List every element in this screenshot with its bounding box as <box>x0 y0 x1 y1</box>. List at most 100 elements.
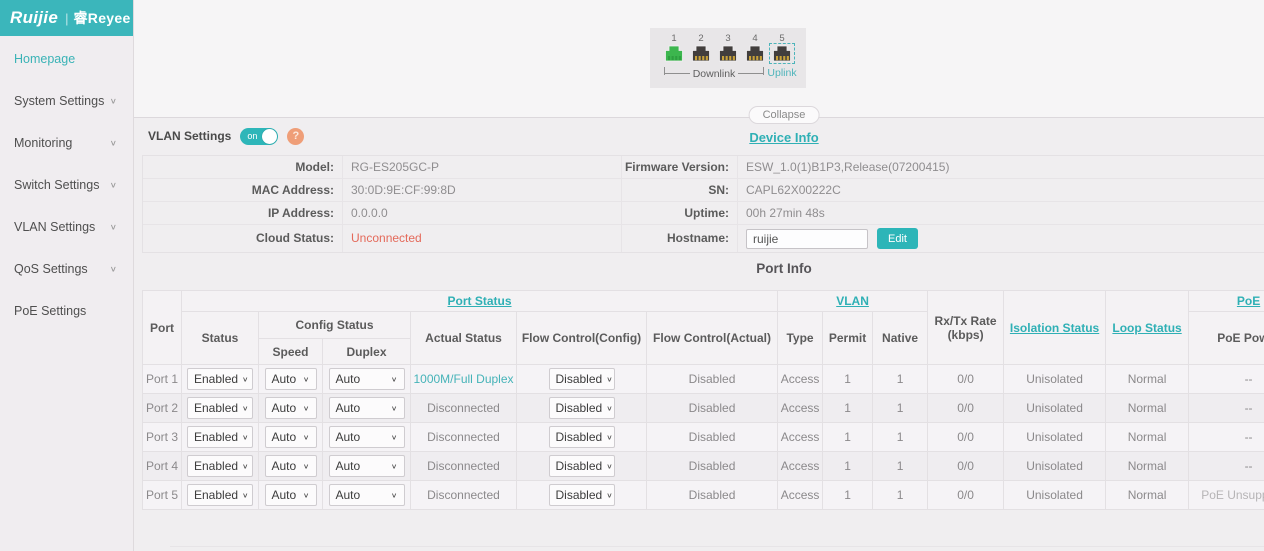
bracket-line-left <box>665 73 690 74</box>
duplex-select[interactable]: Auto∨ <box>329 368 405 390</box>
sidebar-item-label: VLAN Settings <box>14 220 95 234</box>
sidebar-item-monitoring[interactable]: Monitoring∨ <box>0 122 133 164</box>
vlan-group-link[interactable]: VLAN <box>778 291 928 312</box>
vlan-native-value: 1 <box>873 394 928 423</box>
speed-select[interactable]: Auto∨ <box>265 426 317 448</box>
duplex-select[interactable]: Auto∨ <box>329 455 405 477</box>
switch-port-diagram: 12345 Downlink Uplink <box>650 28 806 88</box>
status-select[interactable]: Enabled ∨ <box>187 484 253 506</box>
actual-status-value: Disconnected <box>411 481 517 510</box>
col-header-native: Native <box>873 312 928 365</box>
sidebar-item-label: Monitoring <box>14 136 72 150</box>
flow-control-config-select[interactable]: Disabled∨ <box>549 397 615 419</box>
speed-select[interactable]: Auto∨ <box>265 397 317 419</box>
col-header-flow-control-actual: Flow Control(Actual) <box>647 312 778 365</box>
duplex-select[interactable]: Auto∨ <box>329 397 405 419</box>
col-header-config-status: Config Status <box>259 312 411 339</box>
sidebar-item-system-settings[interactable]: System Settings∨ <box>0 80 133 122</box>
port-cell-label: Port 3 <box>143 423 182 452</box>
duplex-select[interactable]: Auto∨ <box>329 484 405 506</box>
status-select-cell: Enabled∨ <box>182 452 259 481</box>
speed-select[interactable]: Auto∨ <box>265 368 317 390</box>
device-info-row: IP Address: 0.0.0.0 Uptime: 00h 27min 48… <box>143 202 1264 225</box>
cloud-status-value: Unconnected <box>343 225 622 252</box>
port-table-body: Port 1Enabled∨Auto∨Auto∨1000M/Full Duple… <box>143 365 1264 510</box>
flow-control-config-select[interactable]: Disabled∨ <box>549 368 615 390</box>
speed-select[interactable]: Auto∨ <box>265 484 317 506</box>
vlan-type-value: Access <box>778 365 823 394</box>
isolation-status-value: Unisolated <box>1004 394 1106 423</box>
vlan-permit-value: 1 <box>823 452 873 481</box>
chevron-down-icon: ∨ <box>242 491 249 500</box>
sidebar-item-qos-settings[interactable]: QoS Settings∨ <box>0 248 133 290</box>
ip-value: 0.0.0.0 <box>343 202 622 224</box>
model-label: Model: <box>143 156 343 178</box>
device-info-link[interactable]: Device Info <box>749 130 818 145</box>
speed-select-value: Auto <box>272 459 297 473</box>
collapse-button[interactable]: Collapse <box>749 106 820 124</box>
status-select[interactable]: Enabled∨ <box>187 368 253 390</box>
poe-group-link[interactable]: PoE <box>1189 291 1264 312</box>
flow-control-config-select-cell: Disabled∨ <box>517 365 647 394</box>
chevron-down-icon: ∨ <box>303 375 310 384</box>
flow-control-actual-value: Disabled <box>647 423 778 452</box>
bracket-line-right <box>738 73 763 74</box>
col-header-speed: Speed <box>259 339 323 365</box>
status-select-value: Enabled <box>194 372 238 386</box>
duplex-select-cell: Auto∨ <box>323 365 411 394</box>
flow-control-config-select[interactable]: Disabled∨ <box>549 426 615 448</box>
chevron-down-icon: ∨ <box>606 433 613 442</box>
port-5-uplink[interactable]: 5 <box>770 33 794 62</box>
flow-control-config-select-cell: Disabled∨ <box>517 394 647 423</box>
flow-control-config-select-cell: Disabled∨ <box>517 452 647 481</box>
status-select-value: Enabled <box>194 488 238 502</box>
chevron-down-icon: ∨ <box>391 462 398 471</box>
port-2[interactable]: 2 <box>689 33 713 62</box>
flow-control-config-select[interactable]: Disabled∨ <box>549 484 615 506</box>
port-status-group-link[interactable]: Port Status <box>182 291 778 312</box>
status-select[interactable]: Enabled∨ <box>187 426 253 448</box>
isolation-status-value: Unisolated <box>1004 452 1106 481</box>
port-1[interactable]: 1 <box>662 33 686 62</box>
status-select[interactable]: Enabled∨ <box>187 455 253 477</box>
duplex-select[interactable]: Auto∨ <box>329 426 405 448</box>
speed-select-cell: Auto∨ <box>259 394 323 423</box>
sidebar-item-switch-settings[interactable]: Switch Settings∨ <box>0 164 133 206</box>
chevron-down-icon: ∨ <box>303 433 310 442</box>
downlink-label: Downlink <box>690 68 739 80</box>
vlan-type-value: Access <box>778 452 823 481</box>
speed-select[interactable]: Auto ∨ <box>265 455 317 477</box>
poe-power-value: -- <box>1189 452 1264 481</box>
ip-label: IP Address: <box>143 202 343 224</box>
rxtx-rate-value: 0/0 <box>928 481 1004 510</box>
isolation-status-value: Unisolated <box>1004 481 1106 510</box>
port-table-row: Port 3Enabled∨Auto∨Auto∨DisconnectedDisa… <box>143 423 1264 452</box>
main-content: 12345 Downlink Uplink Collapse VLAN Sett… <box>134 0 1264 551</box>
device-info-row: Model: RG-ES205GC-P Firmware Version: ES… <box>143 156 1264 179</box>
vlan-permit-value: 1 <box>823 394 873 423</box>
col-header-actual-status: Actual Status <box>411 312 517 365</box>
vlan-native-value: 1 <box>873 365 928 394</box>
port-4[interactable]: 4 <box>743 33 767 62</box>
port-number-label: 2 <box>698 33 703 45</box>
sidebar-item-vlan-settings[interactable]: VLAN Settings∨ <box>0 206 133 248</box>
sidebar-item-poe-settings[interactable]: PoE Settings <box>0 290 133 332</box>
vlan-permit-value: 1 <box>823 365 873 394</box>
edit-hostname-button[interactable]: Edit <box>877 228 918 249</box>
rxtx-rate-value: 0/0 <box>928 365 1004 394</box>
port-cell-label: Port 2 <box>143 394 182 423</box>
chevron-down-icon: ∨ <box>391 433 398 442</box>
sidebar-item-homepage[interactable]: Homepage <box>0 38 133 80</box>
chevron-down-icon: ∨ <box>303 491 310 500</box>
logo-separator: | <box>65 11 68 26</box>
flow-control-config-select[interactable]: Disabled∨ <box>549 455 615 477</box>
status-select-value: Enabled <box>194 401 238 415</box>
loop-status-link[interactable]: Loop Status <box>1106 291 1189 365</box>
port-3[interactable]: 3 <box>716 33 740 62</box>
hostname-input[interactable] <box>746 229 868 249</box>
rxtx-rate-value: 0/0 <box>928 452 1004 481</box>
sn-label: SN: <box>622 179 738 201</box>
chevron-down-icon: ∨ <box>303 462 310 471</box>
status-select[interactable]: Enabled∨ <box>187 397 253 419</box>
isolation-status-link[interactable]: Isolation Status <box>1004 291 1106 365</box>
